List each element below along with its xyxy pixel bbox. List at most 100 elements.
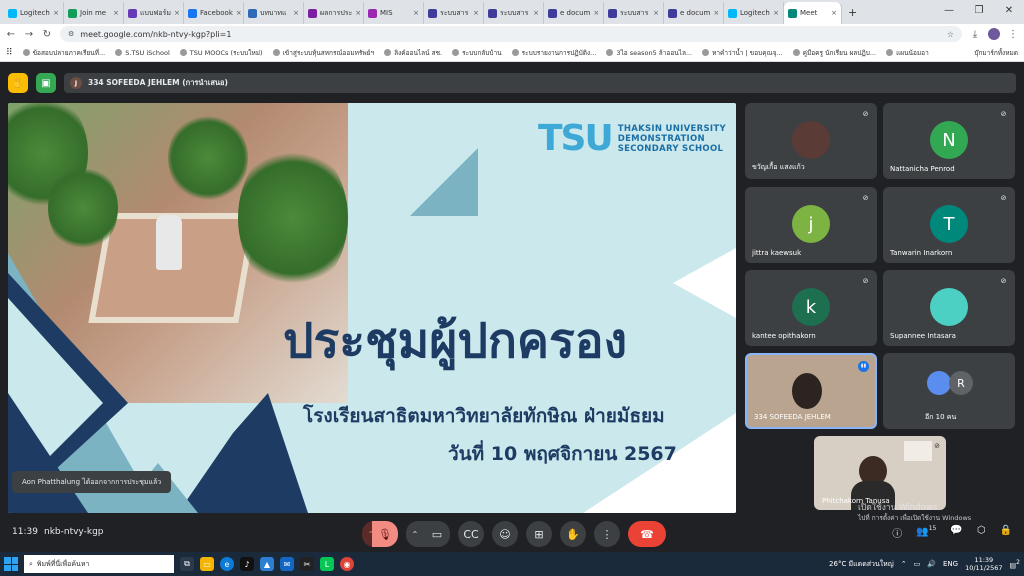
chrome-icon[interactable]: ◉ — [340, 557, 354, 571]
task-view-icon[interactable]: ⧉ — [180, 557, 194, 571]
participant-tile[interactable]: T Tanwarin Inarkorn ⊘ — [883, 187, 1015, 263]
browser-tab[interactable]: Logitech × — [4, 2, 64, 24]
url-input[interactable]: ⚙ meet.google.com/nkb-ntvy-kgp?pli=1 ☆ — [60, 26, 962, 42]
restore-button[interactable]: ❐ — [964, 0, 994, 24]
tab-close-icon[interactable]: × — [653, 9, 659, 17]
apps-grid-icon[interactable]: ⠿ — [6, 48, 13, 58]
tab-close-icon[interactable]: × — [113, 9, 119, 17]
tab-close-icon[interactable]: × — [831, 9, 837, 17]
minimize-button[interactable]: — — [934, 0, 964, 24]
tab-close-icon[interactable]: × — [293, 9, 299, 17]
bookmark-item[interactable]: หาคำว่าน้ำ | ขอบคุณจุ... — [702, 48, 783, 58]
bookmark-item[interactable]: S.TSU iSchool — [115, 49, 170, 57]
mail-icon[interactable]: ✉ — [280, 557, 294, 571]
tsu-logo: TSU THAKSIN UNIVERSITY DEMONSTRATION SEC… — [538, 118, 726, 159]
tab-close-icon[interactable]: × — [413, 9, 419, 17]
menu-kebab-icon[interactable]: ⋮ — [1008, 29, 1018, 40]
participant-tile[interactable]: j jittra kaewsuk ⊘ — [745, 187, 877, 263]
participant-tile[interactable]: R อีก 10 คน — [883, 353, 1015, 429]
profile-avatar[interactable] — [988, 28, 1000, 40]
bookmark-item[interactable]: ระบบกลับบ้าน — [452, 48, 502, 58]
bookmark-item[interactable]: 3ไอ season5 ล้าออนไล... — [606, 48, 692, 58]
captions-button[interactable]: CC — [458, 521, 484, 547]
participant-tile[interactable]: 334 SOFEEDA JEHLEM ▮▮ — [745, 353, 877, 429]
download-icon[interactable]: ⤓ — [970, 29, 980, 40]
windows-start-icon[interactable] — [4, 557, 18, 571]
site-info-icon[interactable]: ⚙ — [68, 30, 74, 38]
browser-tab[interactable]: Facebook × — [184, 2, 244, 24]
bookmark-item[interactable]: ลิงค์ออนไลน์ สช. — [384, 48, 442, 58]
close-window-button[interactable]: ✕ — [994, 0, 1024, 24]
tab-close-icon[interactable]: × — [53, 9, 59, 17]
capcut-icon[interactable]: ✂ — [300, 557, 314, 571]
info-icon[interactable]: ⓘ — [892, 525, 902, 540]
camera-options-button[interactable]: ⌃ — [406, 521, 424, 547]
forward-icon[interactable]: → — [24, 29, 34, 40]
participant-tile[interactable]: k kantee opithakorn ⊘ — [745, 270, 877, 346]
raise-hand-button[interactable]: ✋ — [560, 521, 586, 547]
meet-top-bar: ✋ ▣ J 334 SOFEEDA JEHLEM (การนำเสนอ) — [0, 62, 1024, 104]
browser-tab[interactable]: MIS × — [364, 2, 424, 24]
bookmark-item[interactable]: ระบบรายงานการปฏิบัติง... — [511, 48, 596, 58]
taskbar-clock[interactable]: 11:39 10/11/2567 — [965, 556, 1002, 572]
back-icon[interactable]: ← — [6, 29, 16, 40]
participant-tile[interactable]: N Nattanicha Penrod ⊘ — [883, 103, 1015, 179]
bookmark-item[interactable]: คู่มือครู นักเรียน ผลปฏิบ... — [792, 48, 876, 58]
tab-close-icon[interactable]: × — [473, 9, 479, 17]
participant-tile[interactable]: ขวัญเกื้อ แสงแก้ว ⊘ — [745, 103, 877, 179]
people-icon[interactable]: 👥15 — [916, 525, 936, 540]
camera-button[interactable]: ▭ — [424, 521, 450, 547]
browser-tab[interactable]: Logitech × — [724, 2, 784, 24]
network-icon[interactable]: ▭ — [914, 560, 921, 568]
chat-icon[interactable]: 💬 — [950, 525, 962, 540]
browser-tab[interactable]: ผลการประ × — [304, 2, 364, 24]
browser-tab[interactable]: บทบาทแ × — [244, 2, 304, 24]
tiktok-icon[interactable]: ♪ — [240, 557, 254, 571]
leave-call-button[interactable]: ☎ — [628, 521, 666, 547]
tab-close-icon[interactable]: × — [533, 9, 539, 17]
bookmark-item[interactable]: แผนน้อมอา — [886, 48, 929, 58]
tab-close-icon[interactable]: × — [174, 9, 180, 17]
photos-icon[interactable]: ▲ — [260, 557, 274, 571]
tab-close-icon[interactable]: × — [773, 9, 779, 17]
tray-chevron-icon[interactable]: ⌃ — [901, 560, 907, 568]
browser-tab[interactable]: ระบบสาร × — [604, 2, 664, 24]
line-icon[interactable]: L — [320, 557, 334, 571]
reload-icon[interactable]: ↻ — [42, 29, 52, 40]
file-explorer-icon[interactable]: ▭ — [200, 557, 214, 571]
hand-raise-indicator-icon[interactable]: ✋ — [8, 73, 28, 93]
bookmark-item[interactable]: ข้อสอบปลายภาคเรียนที่... — [22, 48, 105, 58]
bookmark-item[interactable]: TSU MOOCs (ระบบใหม่) — [179, 48, 263, 58]
browser-tab[interactable]: ระบบสาร × — [484, 2, 544, 24]
notification-icon[interactable]: ▤2 — [1010, 559, 1020, 569]
present-button[interactable]: ⊞ — [526, 521, 552, 547]
edge-icon[interactable]: e — [220, 557, 234, 571]
browser-tab[interactable]: Meet × — [784, 2, 842, 24]
weather-widget[interactable]: 26°C มีแดดส่วนใหญ่ — [829, 559, 894, 570]
bookmark-item[interactable]: เข้าสู่ระบบหุ้นสหกรณ์ออมทรัพย์ฯ — [272, 48, 374, 58]
browser-tab[interactable]: แบบฟอร์ม × — [124, 2, 184, 24]
tab-close-icon[interactable]: × — [593, 9, 599, 17]
new-tab-button[interactable]: + — [842, 2, 863, 24]
mic-muted-button[interactable]: 🎙 — [372, 521, 398, 547]
self-view-tile[interactable]: ⊘ Phitchakorn Tanusa — [814, 436, 946, 510]
tab-close-icon[interactable]: × — [713, 9, 719, 17]
all-bookmarks-button[interactable]: บุ๊กมาร์กทั้งหมด — [974, 48, 1018, 58]
bookmark-star-icon[interactable]: ☆ — [947, 30, 954, 39]
taskbar-search-input[interactable]: ⌕ พิมพ์ที่นี่เพื่อค้นหา — [24, 555, 174, 573]
more-options-button[interactable]: ⋮ — [594, 521, 620, 547]
participant-tile[interactable]: Supannee Intasara ⊘ — [883, 270, 1015, 346]
tab-close-icon[interactable]: × — [355, 9, 361, 17]
language-indicator[interactable]: ENG — [943, 560, 958, 568]
volume-icon[interactable]: 🔊 — [927, 560, 936, 568]
presenter-pill[interactable]: J 334 SOFEEDA JEHLEM (การนำเสนอ) — [64, 73, 1016, 93]
presentation-icon[interactable]: ▣ — [36, 73, 56, 93]
browser-tab[interactable]: ระบบสาร × — [424, 2, 484, 24]
activities-icon[interactable]: ⬡ — [977, 525, 986, 540]
browser-tab[interactable]: e docum × — [544, 2, 604, 24]
browser-tab[interactable]: e docum × — [664, 2, 724, 24]
tab-close-icon[interactable]: × — [236, 9, 242, 17]
host-controls-icon[interactable]: 🔒 — [1000, 525, 1012, 540]
browser-tab[interactable]: Join me × — [64, 2, 124, 24]
reactions-button[interactable]: ☺ — [492, 521, 518, 547]
